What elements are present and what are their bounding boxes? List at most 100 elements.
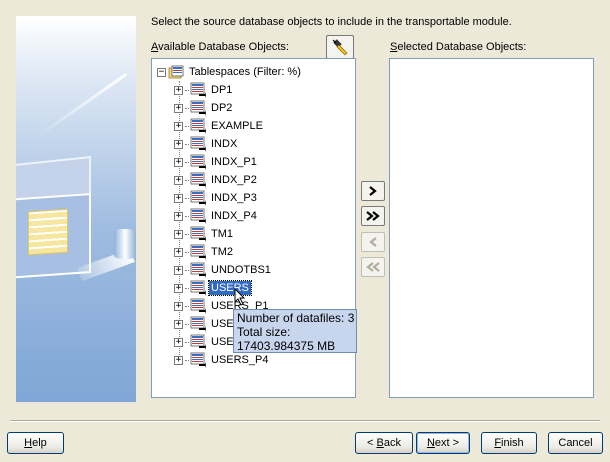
tablespace-icon bbox=[190, 118, 206, 134]
expand-toggle-icon[interactable]: + bbox=[174, 139, 183, 149]
tablespace-icon bbox=[190, 100, 206, 116]
finish-button[interactable]: Finish bbox=[481, 432, 537, 454]
tree-item[interactable]: + DP2 bbox=[174, 99, 234, 117]
wizard-side-illustration bbox=[16, 16, 136, 402]
tablespace-icon bbox=[190, 262, 206, 278]
help-mnemonic: H bbox=[24, 437, 33, 449]
remove-selected-button[interactable] bbox=[361, 232, 385, 252]
expand-toggle-icon[interactable]: + bbox=[174, 229, 183, 239]
tablespace-icon bbox=[190, 208, 206, 224]
tree-item[interactable]: + INDX_P1 bbox=[174, 153, 259, 171]
tree-connector bbox=[185, 143, 189, 145]
available-objects-label-text: vailable Database Objects: bbox=[158, 41, 289, 53]
tablespace-icon bbox=[190, 244, 206, 260]
light-beam-graphic bbox=[35, 73, 127, 139]
double-chevron-left-icon bbox=[366, 262, 380, 272]
tree-item[interactable]: + TM1 bbox=[174, 225, 235, 243]
tree-item-label: TM1 bbox=[211, 228, 233, 240]
tree-connector bbox=[185, 107, 189, 109]
expand-toggle-icon[interactable]: + bbox=[174, 157, 183, 167]
tree-item-label: DP2 bbox=[211, 102, 233, 114]
next-label: ext > bbox=[434, 437, 460, 449]
back-label: ack bbox=[383, 437, 401, 449]
help-button[interactable]: Help bbox=[7, 432, 64, 454]
tree-connector bbox=[185, 251, 189, 253]
tree-connector bbox=[185, 269, 189, 271]
double-chevron-right-icon bbox=[366, 211, 380, 221]
tree-item[interactable]: + DP1 bbox=[174, 81, 234, 99]
chevron-right-icon bbox=[369, 186, 377, 196]
next-button[interactable]: Next > bbox=[416, 432, 470, 454]
expand-toggle-icon[interactable]: + bbox=[174, 193, 183, 203]
selected-objects-label-text: elected Database Objects: bbox=[397, 41, 527, 53]
table-graphic bbox=[28, 208, 68, 256]
tree-connector bbox=[185, 359, 189, 361]
expand-toggle-icon[interactable]: + bbox=[174, 175, 183, 185]
tablespace-icon bbox=[190, 334, 206, 350]
tree-item-label: UNDOTBS1 bbox=[211, 264, 271, 276]
back-arrow: < bbox=[367, 437, 377, 449]
tree-item[interactable]: + EXAMPLE bbox=[174, 117, 265, 135]
expand-toggle-icon[interactable]: + bbox=[174, 265, 183, 275]
expand-toggle-icon[interactable]: + bbox=[174, 103, 183, 113]
tree-item-label: EXAMPLE bbox=[211, 120, 263, 132]
move-selected-button[interactable] bbox=[361, 181, 385, 201]
selected-objects-list[interactable] bbox=[389, 58, 594, 398]
tablespace-icon bbox=[190, 352, 206, 368]
finish-label: inish bbox=[501, 437, 524, 449]
tree-item-label: INDX_P1 bbox=[211, 156, 257, 168]
instruction-text: Select the source database objects to in… bbox=[151, 16, 512, 28]
tree-item[interactable]: + INDX_P4 bbox=[174, 207, 259, 225]
expand-toggle-icon[interactable]: + bbox=[174, 319, 183, 329]
move-all-button[interactable] bbox=[361, 206, 385, 226]
back-button[interactable]: < Back bbox=[355, 432, 413, 454]
flashlight-icon bbox=[332, 39, 348, 56]
tree-connector bbox=[185, 179, 189, 181]
expand-toggle-icon[interactable]: + bbox=[174, 301, 183, 311]
tree-connector bbox=[185, 287, 189, 289]
cancel-label: Cancel bbox=[558, 437, 593, 449]
tooltip-total-size-value: 17403.984375 MB bbox=[237, 339, 336, 353]
tree-item-label: INDX bbox=[211, 138, 238, 150]
tablespace-icon bbox=[190, 172, 206, 188]
tree-item[interactable]: + UNDOTBS1 bbox=[174, 261, 273, 279]
finish-mnemonic: F bbox=[494, 437, 502, 449]
tooltip-total-size-label: Total size: bbox=[237, 325, 291, 339]
expand-toggle-icon[interactable]: + bbox=[174, 283, 183, 293]
selected-objects-label: Selected Database Objects: bbox=[390, 41, 526, 53]
tree-connector bbox=[185, 89, 189, 91]
tablespace-icon bbox=[190, 82, 206, 98]
tree-item[interactable]: + TM2 bbox=[174, 243, 235, 261]
tree-root-tablespaces[interactable]: − Tablespaces (Filter: %) bbox=[157, 63, 303, 81]
next-mnemonic: N bbox=[426, 437, 435, 449]
expand-toggle-icon[interactable]: + bbox=[174, 247, 183, 257]
expand-toggle-icon[interactable]: + bbox=[174, 355, 183, 365]
tablespaces-folder-icon bbox=[168, 65, 184, 79]
tablespace-icon bbox=[190, 316, 206, 332]
filter-button[interactable] bbox=[326, 35, 354, 59]
tree-item[interactable]: + INDX bbox=[174, 135, 239, 153]
tree-connector bbox=[185, 197, 189, 199]
tree-item-label: INDX_P3 bbox=[211, 192, 257, 204]
tree-connector bbox=[185, 323, 189, 325]
tree-item-label: INDX_P2 bbox=[211, 174, 257, 186]
remove-all-button[interactable] bbox=[361, 257, 385, 277]
tooltip-datafiles: Number of datafiles: 3 bbox=[237, 311, 355, 325]
tree-item[interactable]: + USERS_P4 bbox=[174, 351, 270, 369]
tree-item-label: DP1 bbox=[211, 84, 233, 96]
expand-toggle-icon[interactable]: + bbox=[174, 121, 183, 131]
mouse-cursor-icon bbox=[234, 288, 246, 306]
tree-item-label: INDX_P4 bbox=[211, 210, 257, 222]
tablespace-icon bbox=[190, 226, 206, 242]
cancel-button[interactable]: Cancel bbox=[548, 432, 603, 454]
tablespace-icon bbox=[190, 298, 206, 314]
tree-item[interactable]: + INDX_P2 bbox=[174, 171, 259, 189]
tree-root-label: Tablespaces (Filter: %) bbox=[189, 66, 301, 78]
tree-item[interactable]: + INDX_P3 bbox=[174, 189, 259, 207]
collapse-toggle-icon[interactable]: − bbox=[157, 67, 166, 77]
tree-connector bbox=[185, 233, 189, 235]
expand-toggle-icon[interactable]: + bbox=[174, 211, 183, 221]
expand-toggle-icon[interactable]: + bbox=[174, 337, 183, 347]
expand-toggle-icon[interactable]: + bbox=[174, 85, 183, 95]
tree-item-label: USERS_P4 bbox=[211, 354, 269, 366]
